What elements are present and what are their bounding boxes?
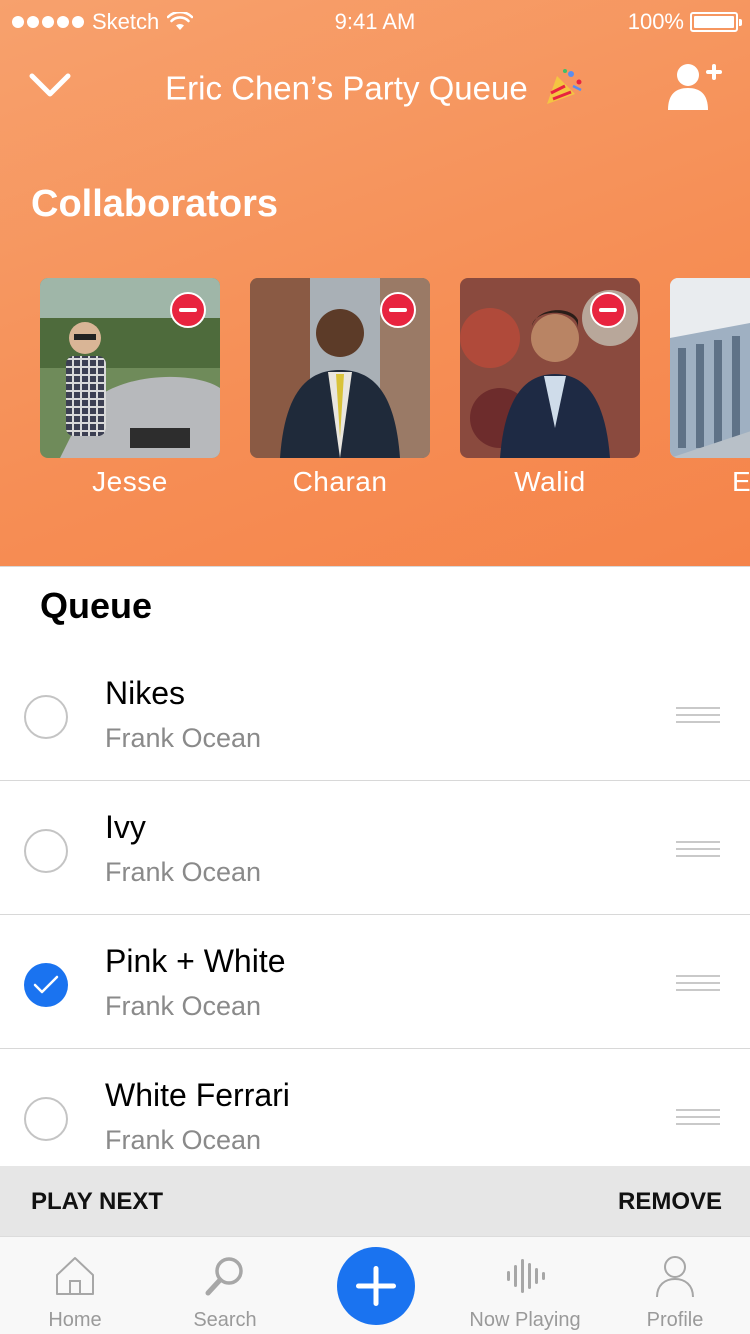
song-artist: Frank Ocean — [105, 1125, 262, 1155]
minus-icon — [179, 308, 197, 312]
add-song-button[interactable] — [337, 1247, 415, 1325]
collaborator-walid[interactable]: Walid — [460, 278, 640, 498]
tab-search-label: Search — [193, 1309, 257, 1331]
tab-now-playing[interactable]: Now Playing — [450, 1237, 600, 1334]
collaborator-name: Walid — [514, 466, 586, 497]
status-right: 100% — [627, 9, 742, 35]
queue-list: Nikes Frank Ocean Ivy Frank Ocean Pink +… — [0, 647, 750, 1183]
sound-wave-icon — [507, 1259, 545, 1293]
tab-home[interactable]: Home — [0, 1237, 150, 1334]
queue-header: Sketch 9:41 AM 100% Eric Chen’s Party Qu… — [0, 0, 750, 566]
page-title-text: Eric Chen’s Party Queue — [165, 69, 528, 107]
avatar — [40, 278, 220, 458]
add-collaborator-button[interactable] — [668, 60, 724, 112]
drag-handle-icon[interactable] — [676, 1109, 720, 1125]
remove-collaborator-button[interactable] — [170, 292, 206, 328]
queue-row[interactable]: Ivy Frank Ocean — [0, 781, 750, 915]
tab-home-label: Home — [48, 1309, 102, 1331]
tab-now-playing-label: Now Playing — [469, 1309, 581, 1331]
select-song-checkbox[interactable] — [24, 695, 68, 739]
checkmark-icon — [33, 975, 59, 994]
song-title: Nikes — [105, 675, 186, 711]
select-song-checkbox[interactable] — [24, 829, 68, 873]
status-bar: Sketch 9:41 AM 100% — [0, 0, 750, 44]
avatar — [460, 278, 640, 458]
remove-collaborator-button[interactable] — [380, 292, 416, 328]
drag-handle-icon[interactable] — [676, 707, 720, 723]
song-artist: Frank Ocean — [105, 723, 262, 753]
queue-row[interactable]: Nikes Frank Ocean — [0, 647, 750, 781]
tab-bar: Home Search Now Playing Profile — [0, 1236, 750, 1334]
select-song-checkbox[interactable] — [24, 1097, 68, 1141]
search-icon — [205, 1257, 243, 1296]
play-next-button[interactable]: PLAY NEXT — [31, 1188, 163, 1216]
queue-title: Queue — [40, 585, 153, 626]
collaborators-list: Jesse Charan Walid E — [40, 278, 750, 498]
profile-icon — [656, 1256, 694, 1298]
queue-section: Queue Nikes Frank Ocean Ivy Frank Ocean … — [0, 566, 750, 1183]
photo-building-image — [670, 278, 750, 458]
minus-icon — [599, 308, 617, 312]
song-artist: Frank Ocean — [105, 857, 262, 887]
party-popper-icon — [543, 66, 585, 116]
song-artist: Frank Ocean — [105, 991, 262, 1021]
collaborator-charan[interactable]: Charan — [250, 278, 430, 498]
plus-icon — [356, 1266, 396, 1306]
collaborator-name: Jesse — [92, 466, 168, 497]
remove-collaborator-button[interactable] — [590, 292, 626, 328]
collaborator-jesse[interactable]: Jesse — [40, 278, 220, 498]
collaborator-name: Edw — [732, 466, 750, 497]
queue-row[interactable]: White Ferrari Frank Ocean — [0, 1049, 750, 1183]
avatar — [670, 278, 750, 458]
home-icon — [56, 1257, 94, 1295]
collaborator-name: Charan — [292, 466, 388, 497]
battery-percent: 100% — [627, 9, 684, 34]
battery-level — [694, 16, 734, 28]
tab-profile[interactable]: Profile — [600, 1237, 750, 1334]
drag-handle-icon[interactable] — [676, 975, 720, 991]
selection-action-bar: PLAY NEXT REMOVE — [0, 1166, 750, 1236]
add-user-icon — [668, 64, 722, 110]
nav-bar: Eric Chen’s Party Queue — [0, 56, 750, 116]
collaborators-title: Collaborators — [31, 183, 279, 225]
tab-search[interactable]: Search — [150, 1237, 300, 1334]
song-title: Ivy — [105, 809, 146, 845]
song-title: White Ferrari — [105, 1077, 290, 1113]
remove-button[interactable]: REMOVE — [618, 1188, 722, 1216]
page-title: Eric Chen’s Party Queue — [0, 66, 750, 116]
battery-icon — [690, 12, 742, 32]
minus-icon — [389, 308, 407, 312]
avatar — [250, 278, 430, 458]
tab-profile-label: Profile — [646, 1309, 704, 1331]
queue-row[interactable]: Pink + White Frank Ocean — [0, 915, 750, 1049]
song-title: Pink + White — [105, 943, 286, 979]
select-song-checkbox[interactable] — [24, 963, 68, 1007]
drag-handle-icon[interactable] — [676, 841, 720, 857]
collaborator-edw[interactable]: Edw — [670, 278, 750, 498]
